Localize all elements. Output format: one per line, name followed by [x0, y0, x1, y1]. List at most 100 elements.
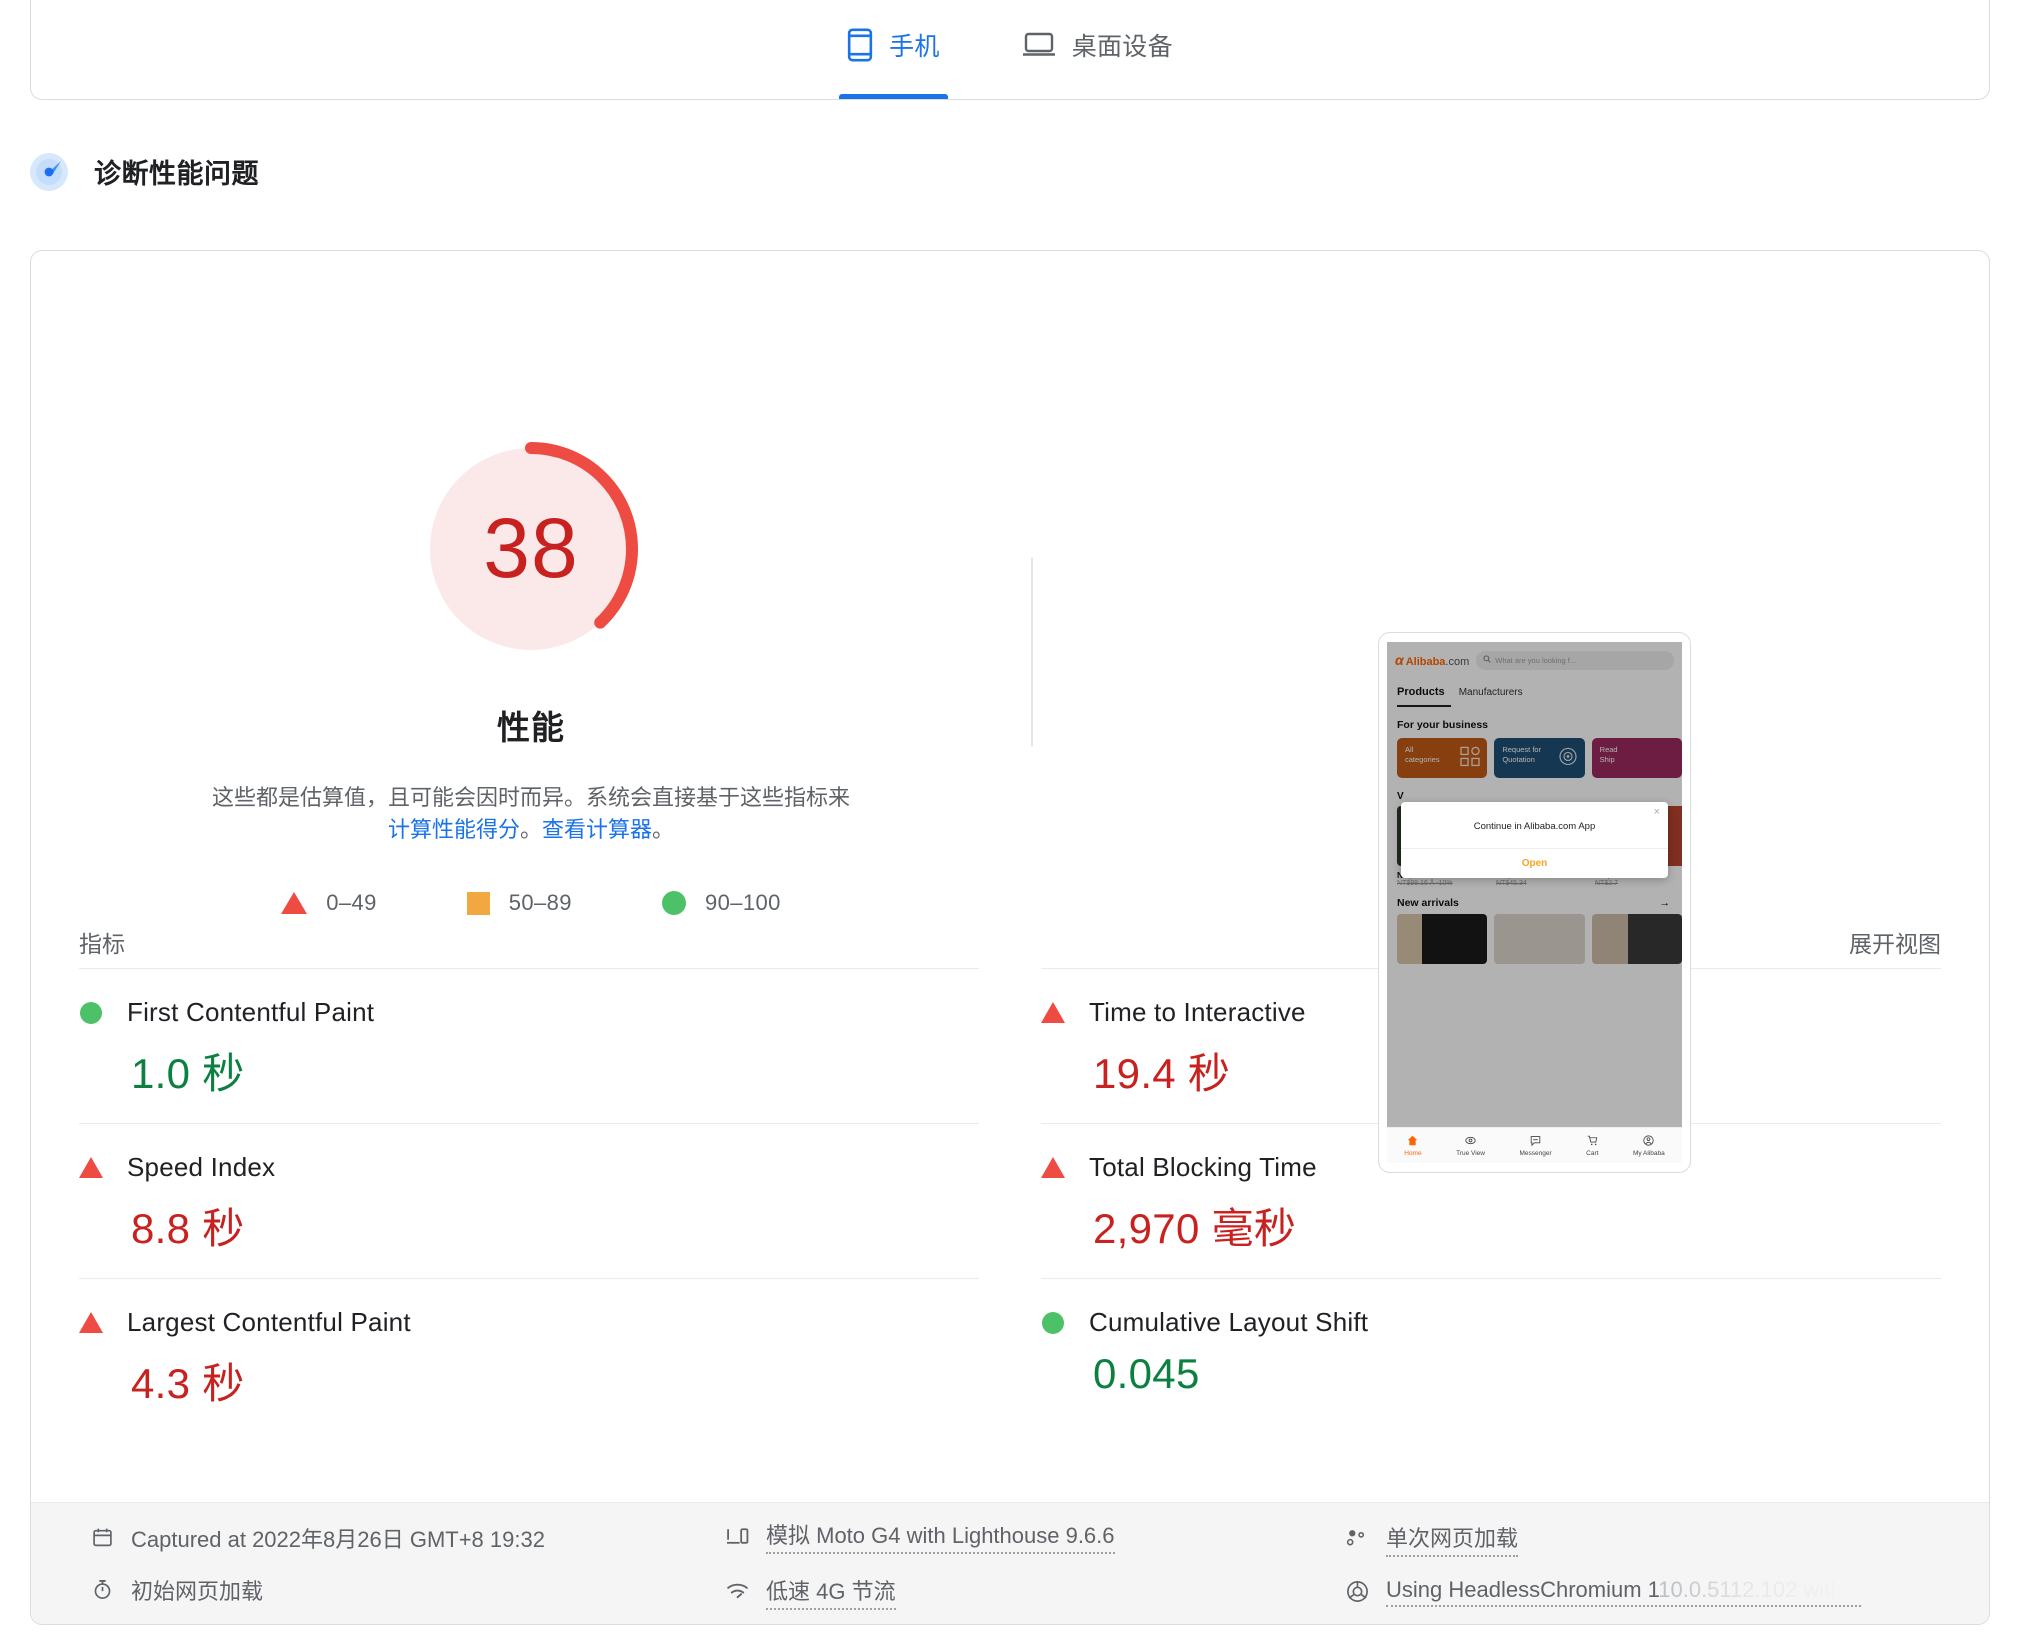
calculate-score-link[interactable]: 计算性能得分: [388, 817, 520, 842]
page-title: 诊断性能问题: [94, 159, 259, 189]
triangle-icon: [79, 1312, 103, 1333]
tab-mobile[interactable]: 手机: [839, 7, 948, 99]
chrome-icon: [1344, 1580, 1370, 1603]
metric-speed-index[interactable]: Speed Index 8.8 秒: [79, 1123, 979, 1278]
gauge-column: 38 性能 这些都是估算值，且可能会因时而异。系统会直接基于这些指标来计算性能得…: [31, 251, 1031, 916]
nav-item-home[interactable]: Home: [1404, 1135, 1422, 1157]
nav-item-label: Messenger: [1519, 1149, 1552, 1157]
users-icon: [1344, 1528, 1370, 1549]
legend-label-poor: 0–49: [326, 890, 377, 915]
circle-icon: [1042, 1311, 1064, 1334]
home-icon: [1407, 1135, 1418, 1148]
triangle-icon: [79, 1157, 103, 1178]
legend-item-poor: 0–49: [281, 890, 377, 916]
metric-name: Cumulative Layout Shift: [1089, 1307, 1369, 1337]
footer-page-load: 单次网页加载: [1344, 1521, 1931, 1557]
nav-item-label: Home: [1404, 1149, 1422, 1157]
legend-item-average: 50–89: [466, 890, 572, 916]
footer-user-agent: Using HeadlessChromium 110.0.5112.102 wi…: [1344, 1577, 1931, 1607]
metric-name: Largest Contentful Paint: [127, 1307, 411, 1337]
message-icon: [1530, 1135, 1541, 1148]
metric-value: 8.8 秒: [131, 1205, 245, 1252]
metric-cumulative-layout-shift[interactable]: Cumulative Layout Shift 0.045: [1041, 1278, 1941, 1433]
triangle-icon: [1041, 1002, 1065, 1023]
page-screenshot: αAlibaba.com What are you looking f...: [1387, 642, 1682, 1163]
metric-value: 4.3 秒: [131, 1360, 245, 1407]
footer-column-environment: 模拟 Moto G4 with Lighthouse 9.6.6 低速 4G 节…: [724, 1518, 1344, 1610]
nav-item-label: True View: [1456, 1149, 1485, 1157]
view-calculator-link[interactable]: 查看计算器: [542, 817, 652, 842]
metrics-grid: First Contentful Paint 1.0 秒 Time to Int…: [31, 968, 1989, 1433]
app-interstitial-modal: × Continue in Alibaba.com App Open: [1401, 802, 1668, 878]
site-bottom-nav: Home True View Messenger Cart My Alibaba: [1387, 1127, 1682, 1163]
metric-value: 2,970 毫秒: [1093, 1205, 1297, 1252]
square-icon: [466, 891, 490, 915]
calendar-icon: [89, 1527, 115, 1548]
tab-mobile-label: 手机: [889, 33, 940, 61]
modal-body: × Continue in Alibaba.com App: [1401, 802, 1668, 848]
cart-icon: [1587, 1135, 1598, 1148]
circle-icon: [661, 891, 686, 915]
nav-item-true-view[interactable]: True View: [1456, 1135, 1485, 1157]
footer-emulation: 模拟 Moto G4 with Lighthouse 9.6.6: [724, 1518, 1344, 1554]
stopwatch-icon: [89, 1579, 115, 1600]
performance-gauge-icon: [30, 152, 68, 191]
metric-value: 1.0 秒: [131, 1050, 245, 1097]
page-load-text[interactable]: 单次网页加载: [1386, 1521, 1519, 1557]
metric-largest-contentful-paint[interactable]: Largest Contentful Paint 4.3 秒: [79, 1278, 979, 1433]
device-tabs: 手机 桌面设备: [839, 7, 1181, 99]
legend-label-good: 90–100: [704, 890, 781, 915]
score-value: 38: [483, 500, 579, 595]
metrics-header: 指标 展开视图: [31, 916, 1989, 968]
device-icon: [724, 1525, 750, 1546]
metric-value: 0.045: [1093, 1350, 1200, 1397]
eye-icon: [1465, 1135, 1476, 1148]
footer-throttling: 低速 4G 节流: [724, 1574, 1344, 1610]
score-category-label: 性能: [497, 709, 565, 747]
tab-desktop-label: 桌面设备: [1071, 33, 1173, 61]
score-description-suffix: 。: [652, 817, 675, 843]
metric-name: First Contentful Paint: [127, 997, 375, 1027]
run-metadata-footer: Captured at 2022年8月26日 GMT+8 19:32 初始网页加…: [31, 1502, 1989, 1624]
modal-title: Continue in Alibaba.com App: [1473, 821, 1596, 832]
score-description: 这些都是估算值，且可能会因时而异。系统会直接基于这些指标来计算性能得分。查看计算…: [211, 782, 851, 846]
metric-first-contentful-paint[interactable]: First Contentful Paint 1.0 秒: [79, 968, 979, 1123]
nav-item-cart[interactable]: Cart: [1586, 1135, 1598, 1157]
triangle-icon: [1041, 1157, 1065, 1178]
metric-name: Speed Index: [127, 1152, 276, 1182]
close-icon[interactable]: ×: [1654, 807, 1660, 818]
vertical-divider: [1031, 558, 1033, 746]
user-agent-visible: Using HeadlessChromium 1: [1386, 1576, 1659, 1602]
footer-load-type: 初始网页加载: [89, 1574, 724, 1606]
nav-item-messenger[interactable]: Messenger: [1520, 1135, 1552, 1157]
section-heading: 诊断性能问题: [30, 152, 259, 191]
performance-card: 38 性能 这些都是估算值，且可能会因时而异。系统会直接基于这些指标来计算性能得…: [30, 250, 1990, 1625]
nav-item-label: Cart: [1586, 1149, 1599, 1157]
triangle-icon: [281, 892, 308, 914]
footer-captured-at: Captured at 2022年8月26日 GMT+8 19:32: [89, 1522, 724, 1554]
account-icon: [1643, 1134, 1654, 1148]
nav-item-label: My Alibaba: [1632, 1149, 1665, 1157]
user-agent-text[interactable]: Using HeadlessChromium 110.0.5112.102 wi…: [1386, 1577, 1861, 1607]
desktop-icon: [1022, 31, 1056, 59]
nav-item-my-alibaba[interactable]: My Alibaba: [1632, 1134, 1665, 1157]
tab-desktop[interactable]: 桌面设备: [1014, 7, 1181, 99]
emulation-text[interactable]: 模拟 Moto G4 with Lighthouse 9.6.6: [766, 1518, 1115, 1554]
performance-gauge[interactable]: 38: [416, 434, 646, 662]
expand-view-button[interactable]: 展开视图: [1849, 925, 1941, 959]
captured-at-text: Captured at 2022年8月26日 GMT+8 19:32: [131, 1526, 545, 1552]
score-description-sep: 。: [519, 817, 542, 843]
footer-column-runtime: 单次网页加载 Using HeadlessChromium 110.0.5112…: [1344, 1521, 1931, 1607]
legend-item-good: 90–100: [661, 890, 781, 916]
page-screenshot-frame[interactable]: αAlibaba.com What are you looking f...: [1378, 632, 1691, 1173]
legend-label-average: 50–89: [508, 890, 572, 915]
throttling-text[interactable]: 低速 4G 节流: [766, 1574, 896, 1610]
score-area: 38 性能 这些都是估算值，且可能会因时而异。系统会直接基于这些指标来计算性能得…: [31, 251, 1989, 1173]
metric-name: Time to Interactive: [1089, 997, 1306, 1027]
metrics-label: 指标: [79, 931, 125, 957]
device-tabs-card: 手机 桌面设备: [30, 0, 1990, 100]
modal-open-button[interactable]: Open: [1401, 848, 1668, 878]
screenshot-overlay: [1387, 642, 1682, 1163]
metric-name: Total Blocking Time: [1089, 1152, 1317, 1182]
load-type-text: 初始网页加载: [131, 1578, 264, 1604]
